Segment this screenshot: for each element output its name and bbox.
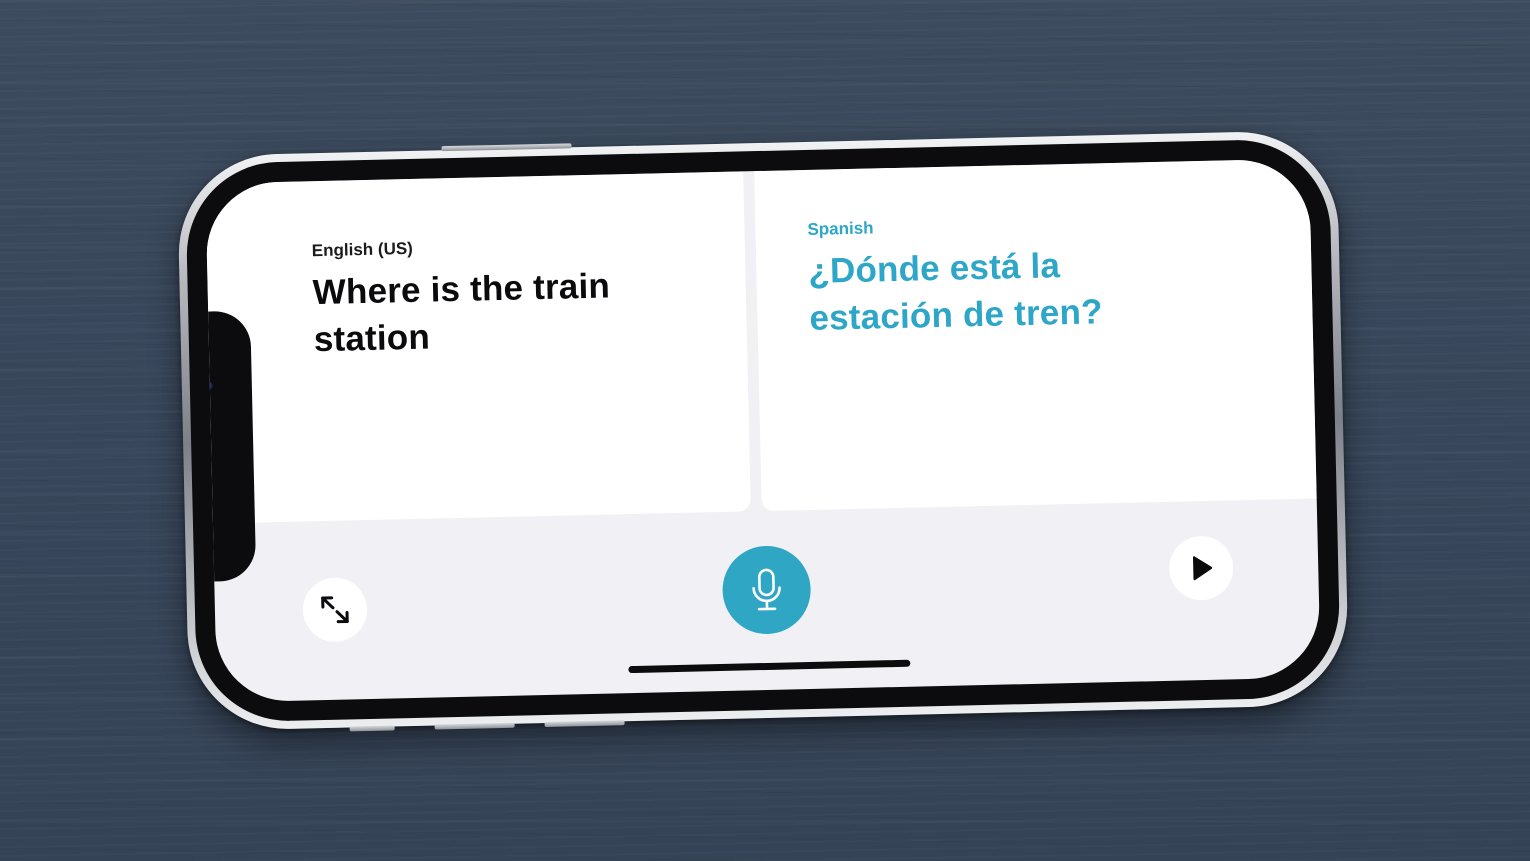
home-indicator[interactable] bbox=[628, 659, 911, 674]
play-icon bbox=[1192, 556, 1213, 581]
target-panel[interactable]: Spanish ¿Dónde está la estación de tren? bbox=[754, 158, 1317, 512]
volume-button bbox=[434, 722, 515, 730]
microphone-icon bbox=[752, 568, 781, 611]
play-button[interactable] bbox=[1168, 535, 1234, 601]
source-language-label[interactable]: English (US) bbox=[312, 239, 413, 261]
side-button bbox=[441, 143, 572, 152]
side-button bbox=[349, 725, 395, 732]
volume-button bbox=[544, 720, 625, 728]
microphone-button[interactable] bbox=[721, 544, 812, 635]
app-screen: English (US) Where is the train station … bbox=[205, 158, 1321, 703]
expand-arrows-icon bbox=[321, 596, 349, 624]
target-phrase: ¿Dónde está la estación de tren? bbox=[807, 246, 1104, 338]
notch bbox=[205, 310, 257, 582]
source-phrase: Where is the train station bbox=[312, 266, 611, 360]
target-language-label[interactable]: Spanish bbox=[807, 218, 874, 239]
iphone-device: English (US) Where is the train station … bbox=[176, 129, 1350, 732]
table-background: English (US) Where is the train station … bbox=[0, 0, 1530, 861]
expand-button[interactable] bbox=[302, 577, 368, 643]
source-panel[interactable]: English (US) Where is the train station bbox=[205, 171, 751, 524]
